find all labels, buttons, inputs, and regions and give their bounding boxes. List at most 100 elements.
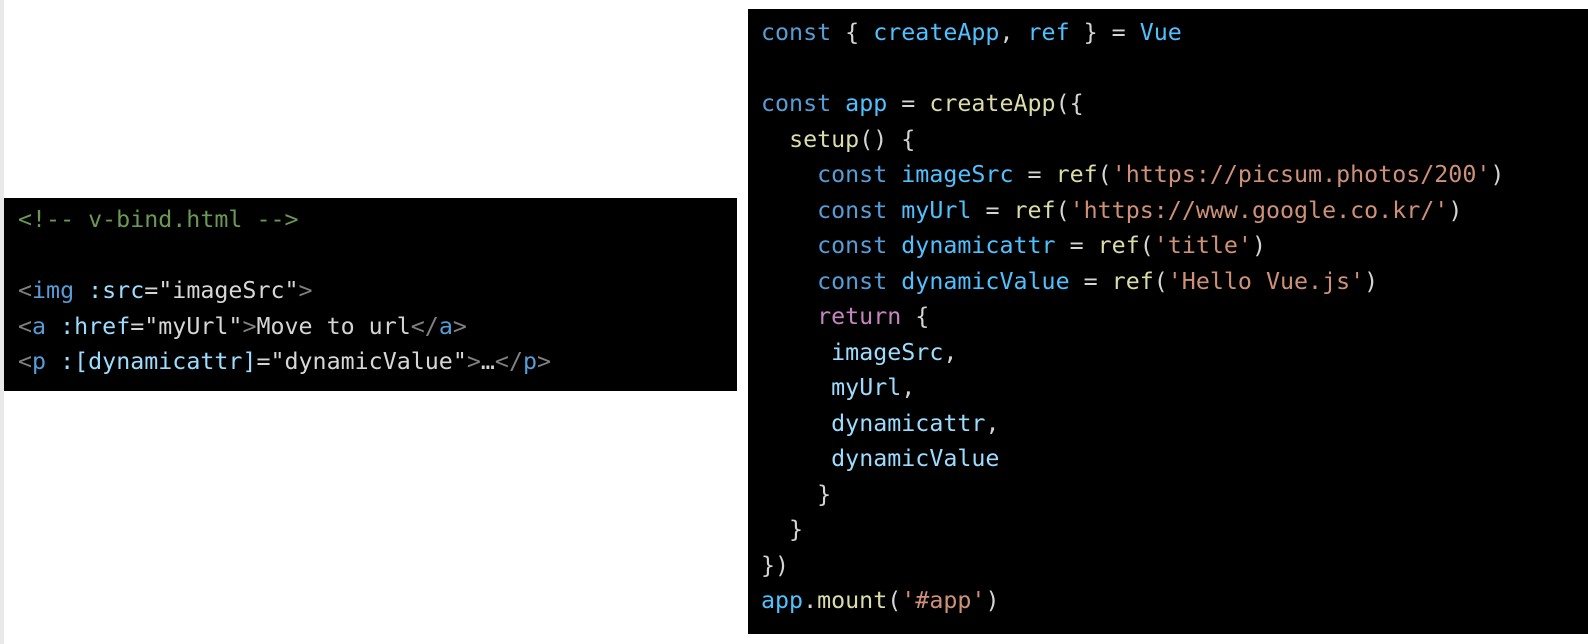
assign-operator: = xyxy=(971,196,1014,224)
dynamic-attribute: :[dynamicattr] xyxy=(46,348,257,375)
dynamic-value: "dynamicValue" xyxy=(270,348,467,375)
punctuation: { xyxy=(831,19,874,46)
equals-sign: = xyxy=(144,277,159,304)
create-app-identifier: createApp xyxy=(873,19,1000,46)
code-line-my-url: const myUrl = ref('https://www.google.co… xyxy=(761,193,1588,229)
string-literal: 'title' xyxy=(1153,232,1252,259)
code-line-setup: setup() { xyxy=(761,122,1588,158)
code-line-mount: app.mount('#app') xyxy=(761,583,1588,619)
a-tag-name: a xyxy=(32,312,47,340)
code-line-anchor: <a :href="myUrl">Move to url</a> xyxy=(18,309,737,345)
code-line-import: const { createApp, ref } = Vue xyxy=(761,15,1588,51)
open-paren: ( xyxy=(1055,196,1070,224)
closing-brace: } xyxy=(761,480,832,508)
dynamic-attr-identifier: dynamicattr xyxy=(901,232,1056,259)
tag-close-bracket: > xyxy=(298,277,313,304)
code-line-paragraph: <p :[dynamicattr]="dynamicValue">…</p> xyxy=(18,344,737,380)
dynamic-value-identifier: dynamicValue xyxy=(901,267,1070,295)
end-tag-close: > xyxy=(452,312,467,340)
punctuation: ({ xyxy=(1055,90,1084,117)
string-literal: 'https://www.google.co.kr/' xyxy=(1069,196,1449,224)
ref-identifier: ref xyxy=(1027,19,1070,46)
image-src-identifier: imageSrc xyxy=(901,161,1014,188)
string-literal: '#app' xyxy=(901,587,986,614)
assign-operator: = xyxy=(1013,161,1056,188)
closing-brace: } xyxy=(761,516,804,543)
ref-call: ref xyxy=(1013,196,1056,224)
dynamic-attr-property: dynamicattr xyxy=(831,409,986,437)
image-src-property: imageSrc xyxy=(831,338,944,366)
ref-call: ref xyxy=(1055,161,1098,188)
close-paren: ) xyxy=(1364,267,1379,295)
assign-operator: = xyxy=(1069,267,1112,295)
ref-call: ref xyxy=(1097,232,1140,259)
js-code-block: const { createApp, ref } = Vue const app… xyxy=(748,9,1588,634)
src-attribute: :src xyxy=(74,277,145,304)
closing-brace-paren: }) xyxy=(761,551,790,579)
code-line-dynamic-value: const dynamicValue = ref('Hello Vue.js') xyxy=(761,264,1588,300)
return-keyword: return xyxy=(817,303,902,330)
html-comment: <!-- v-bind.html --> xyxy=(18,206,299,233)
punctuation: } = xyxy=(1069,19,1140,46)
html-code-block: <!-- v-bind.html --> <img :src="imageSrc… xyxy=(4,198,737,391)
assign-operator: = xyxy=(1055,232,1098,259)
img-tag-name: img xyxy=(32,277,75,304)
dot: . xyxy=(803,587,818,614)
dynamic-value-property: dynamicValue xyxy=(831,445,1000,472)
const-keyword: const xyxy=(817,232,888,259)
create-app-call: createApp xyxy=(929,90,1056,117)
code-line-dynamic-attr: const dynamicattr = ref('title') xyxy=(761,228,1588,264)
code-line-comment: <!-- v-bind.html --> xyxy=(18,202,737,238)
paragraph-text: … xyxy=(480,348,495,375)
close-paren: ) xyxy=(1490,161,1505,188)
code-line-close-setup: } xyxy=(761,512,1588,548)
assign-operator: = xyxy=(887,90,930,117)
code-line-close-create-app: }) xyxy=(761,548,1588,584)
code-line-return-dynamic-value: dynamicValue xyxy=(761,441,1588,477)
anchor-text: Move to url xyxy=(256,312,411,340)
my-url-property: myUrl xyxy=(831,374,902,401)
string-literal: 'Hello Vue.js' xyxy=(1167,267,1365,295)
tag-open-bracket: < xyxy=(18,312,33,340)
end-tag-close: > xyxy=(537,348,552,375)
open-paren: ( xyxy=(1153,267,1168,295)
close-paren: ) xyxy=(1448,196,1463,224)
open-paren: ( xyxy=(1097,161,1112,188)
code-line-return-image-src: imageSrc, xyxy=(761,335,1588,371)
tag-open-bracket: < xyxy=(18,277,33,304)
equals-sign: = xyxy=(256,348,271,375)
punctuation: { xyxy=(901,303,930,330)
code-line-image-src: const imageSrc = ref('https://picsum.pho… xyxy=(761,157,1588,193)
code-line-return-dynamic-attr: dynamicattr, xyxy=(761,406,1588,442)
end-tag-open: </ xyxy=(494,348,523,375)
tag-close-bracket: > xyxy=(242,312,257,340)
code-line-img: <img :src="imageSrc"> xyxy=(18,273,737,309)
string-literal: 'https://picsum.photos/200' xyxy=(1111,161,1491,188)
my-url-identifier: myUrl xyxy=(901,196,972,224)
end-tag-open: </ xyxy=(410,312,439,340)
code-line-create-app: const app = createApp({ xyxy=(761,86,1588,122)
ref-call: ref xyxy=(1111,267,1154,295)
mount-call: mount xyxy=(817,587,888,614)
code-line-return-my-url: myUrl, xyxy=(761,370,1588,406)
tag-close-bracket: > xyxy=(466,348,481,375)
p-end-tag-name: p xyxy=(522,348,538,375)
setup-function: setup xyxy=(789,125,860,153)
code-line-close-return: } xyxy=(761,477,1588,513)
close-paren: ) xyxy=(985,587,1000,614)
close-paren: ) xyxy=(1251,232,1266,259)
